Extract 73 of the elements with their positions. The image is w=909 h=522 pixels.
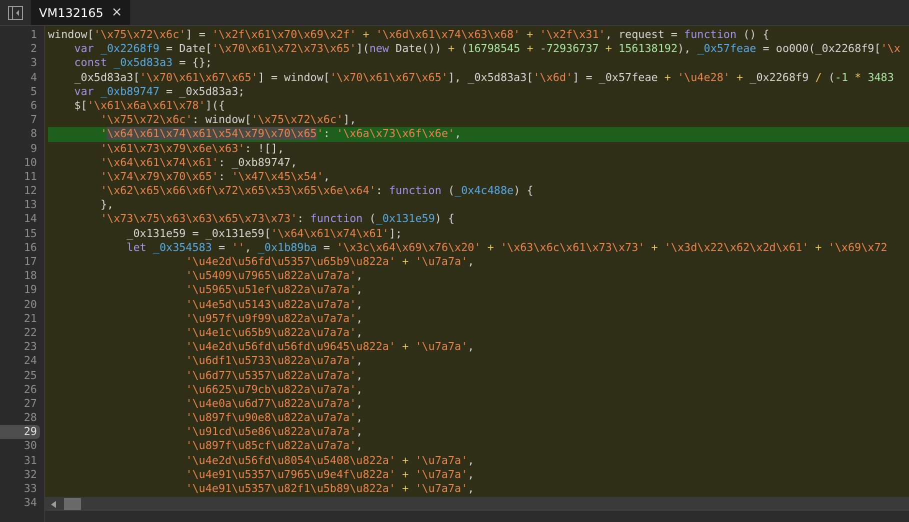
line-number: 13 <box>24 198 38 212</box>
code-line: '\u91cd\u5e86\u822a\u7a7a', <box>186 425 363 440</box>
line-number: 8 <box>30 127 38 142</box>
line-number: 24 <box>24 354 38 369</box>
line-number: 2 <box>30 42 38 56</box>
line-number: 33 <box>24 482 38 496</box>
line-number: 19 <box>24 283 38 298</box>
code-line: '\u6d77\u5357\u822a\u7a7a', <box>186 368 363 383</box>
line-number: 11 <box>24 170 38 184</box>
code-line: '\x64\x61\x74\x61': _0xb89747, <box>100 156 298 170</box>
code-line: '\u6625\u79cb\u822a\u7a7a', <box>186 382 363 397</box>
line-number: 7 <box>30 113 38 128</box>
line-number: 25 <box>24 368 38 383</box>
code-line: '\u4e2d\u56fd\u8054\u5408\u822a' + '\u7a7a', <box>186 454 474 468</box>
code-line: '\x61\x73\x79\x6e\x63': ![], <box>100 142 284 156</box>
code-line: '\u4e2d\u56fd\u5357\u65b9\u822a' + '\u7a7a', <box>186 255 474 270</box>
line-number: 14 <box>24 212 38 227</box>
code-line: '\u5409\u7965\u822a\u7a7a', <box>186 269 363 284</box>
line-number: 17 <box>24 255 38 270</box>
code-line: '\u957f\u9f99\u822a\u7a7a', <box>186 312 363 326</box>
line-number: 12 <box>24 184 38 198</box>
code-line: '\x62\x65\x66\x6f\x72\x65\x53\x65\x6e\x64': function (_0x4c488e) { <box>100 184 534 198</box>
line-number: 18 <box>24 269 38 284</box>
code-line: '\x64\x61\x74\x61\x54\x79\x70\x65': '\x6a\x73\x6f\x6e', <box>100 127 462 142</box>
code-line: '\u897f\u85cf\u822a\u7a7a', <box>186 439 363 454</box>
line-number: 29 <box>0 425 40 440</box>
code-line: var _0x2268f9 = Date['\x70\x61\x72\x73\x65'](new Date()) + (16798545 + -72936737 + 156138192), _0x57feae = oo0O0(_0x2268f9['\x <box>74 42 900 56</box>
code-line: var _0xb89747 = _0x5d83a3; <box>74 84 245 99</box>
line-number: 1 <box>30 28 38 42</box>
code-line: '\u4e91\u5357\u7965\u9e4f\u822a' + '\u7a7a', <box>186 468 474 482</box>
line-number: 34 <box>24 496 37 510</box>
line-number: 22 <box>24 326 38 340</box>
code-line: _0x5d83a3['\x70\x61\x67\x65'] = window['\x70\x61\x67\x65'], _0x5d83a3['\x6d'] = _0x57feae + '\u4e28' + _0x2268f9 / (-1 * 3483 <box>74 70 894 85</box>
code-line: '\u4e2d\u56fd\u56fd\u9645\u822a' + '\u7a7a', <box>186 340 474 354</box>
line-number: 31 <box>24 454 38 468</box>
code-line: '\x73\x75\x63\x63\x65\x73\x73': function (_0x131e59) { <box>100 212 455 227</box>
code-line: '\x75\x72\x6c': window['\x75\x72\x6c'], <box>100 113 356 128</box>
line-number: 32 <box>24 468 38 482</box>
code-line: '\u5965\u51ef\u822a\u7a7a', <box>186 283 363 298</box>
sidebar-toggle-icon[interactable] <box>8 6 23 20</box>
code-line: }, <box>100 198 114 212</box>
line-number: 10 <box>24 156 38 170</box>
close-tab-button[interactable]: × <box>111 2 122 22</box>
line-number: 9 <box>30 142 38 156</box>
line-number: 26 <box>24 382 38 397</box>
line-number: 23 <box>24 340 38 354</box>
code-line: '\u4e0a\u6d77\u822a\u7a7a', <box>186 396 363 412</box>
code-line: '\u4e91\u5357\u82f1\u5b89\u822a' + '\u7a7a', <box>186 482 474 496</box>
code-line: $['\x61\x6a\x61\x78']({ <box>74 98 226 114</box>
code-line: const _0x5d83a3 = {}; <box>74 56 212 71</box>
line-number: 28 <box>24 411 38 426</box>
file-tab[interactable]: VM132165 × <box>31 0 130 25</box>
code-line: let _0x354583 = '', _0x1b89ba = '\x3c\x64\x69\x76\x20' + '\x63\x6c\x61\x73\x73' + '\x3d\x22\x62\x2d\x61' + '\x69\x72 <box>126 240 888 256</box>
code-line: '\x74\x79\x70\x65': '\x47\x45\x54', <box>100 170 330 184</box>
code-line: '\u6df1\u5733\u822a\u7a7a', <box>186 354 363 369</box>
code-line: window['\x75\x72\x6c'] = '\x2f\x61\x70\x69\x2f' + '\x6d\x61\x74\x63\x68' + '\x2f\x31', request = function () { <box>48 28 770 42</box>
line-number: 30 <box>24 439 38 454</box>
line-number: 3 <box>30 56 38 71</box>
line-number: 15 <box>24 226 38 241</box>
line-number: 20 <box>24 298 38 312</box>
horizontal-scrollbar[interactable] <box>45 497 909 512</box>
code-line: _0x131e59 = _0x131e59['\x64\x61\x74\x61']; <box>126 226 402 241</box>
line-number: 4 <box>30 70 38 85</box>
line-number: 5 <box>30 84 38 99</box>
line-number: 6 <box>30 98 38 114</box>
line-number: 27 <box>24 396 38 412</box>
code-line: '\u4e5d\u5143\u822a\u7a7a', <box>186 298 363 312</box>
line-number: 21 <box>24 312 38 326</box>
scrollbar-thumb[interactable] <box>64 498 81 510</box>
line-number: 16 <box>24 240 38 256</box>
code-line: '\u4e1c\u65b9\u822a\u7a7a', <box>186 326 363 340</box>
scroll-left-icon[interactable] <box>51 500 56 508</box>
code-line: '\u897f\u90e8\u822a\u7a7a', <box>186 411 363 426</box>
